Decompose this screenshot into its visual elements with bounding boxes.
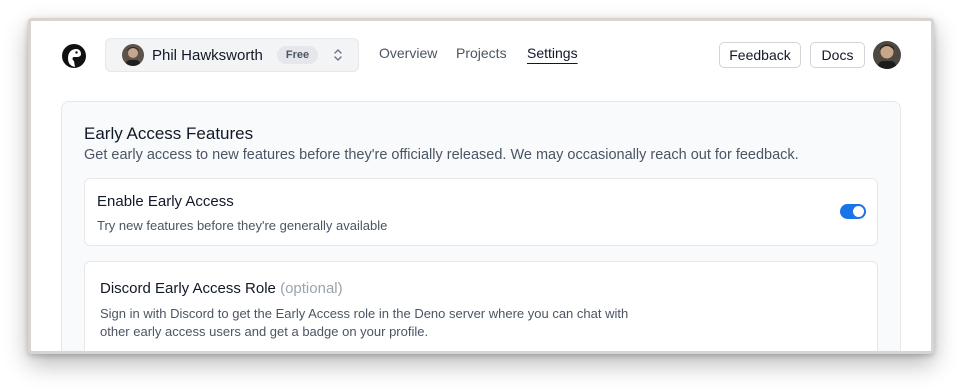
early-access-panel: Early Access Features Get early access t… <box>61 101 901 354</box>
nav-overview[interactable]: Overview <box>379 45 437 61</box>
chevron-up-down-icon <box>332 48 344 62</box>
optional-label: (optional) <box>280 280 343 297</box>
discord-title: Discord Early Access Role (optional) <box>100 280 343 297</box>
top-header: Phil Hawksworth Free Overview Projects S… <box>31 21 931 93</box>
deno-logo-icon[interactable] <box>61 43 87 69</box>
discord-signin-area[interactable] <box>100 352 862 354</box>
enable-early-access-card: Enable Early Access Try new features bef… <box>84 178 878 246</box>
early-access-toggle[interactable] <box>840 204 866 219</box>
section-title: Early Access Features <box>84 124 254 143</box>
discord-role-card: Discord Early Access Role (optional) Sig… <box>84 261 878 354</box>
section-subtitle: Get early access to new features before … <box>84 147 799 163</box>
discord-title-text: Discord Early Access Role <box>100 280 276 297</box>
nav-projects[interactable]: Projects <box>456 45 507 61</box>
browser-window: Phil Hawksworth Free Overview Projects S… <box>28 18 934 354</box>
account-switcher[interactable]: Phil Hawksworth Free <box>105 38 359 72</box>
plan-badge: Free <box>276 46 319 64</box>
early-access-description: Try new features before they're generall… <box>97 218 388 233</box>
user-menu-avatar[interactable] <box>873 41 901 69</box>
toggle-knob <box>853 206 864 217</box>
early-access-title: Enable Early Access <box>97 193 234 210</box>
feedback-button[interactable]: Feedback <box>719 42 801 68</box>
docs-button[interactable]: Docs <box>810 42 865 68</box>
discord-description: Sign in with Discord to get the Early Ac… <box>100 306 629 339</box>
avatar <box>122 44 144 66</box>
nav-settings[interactable]: Settings <box>527 45 578 61</box>
account-name: Phil Hawksworth <box>152 46 263 64</box>
